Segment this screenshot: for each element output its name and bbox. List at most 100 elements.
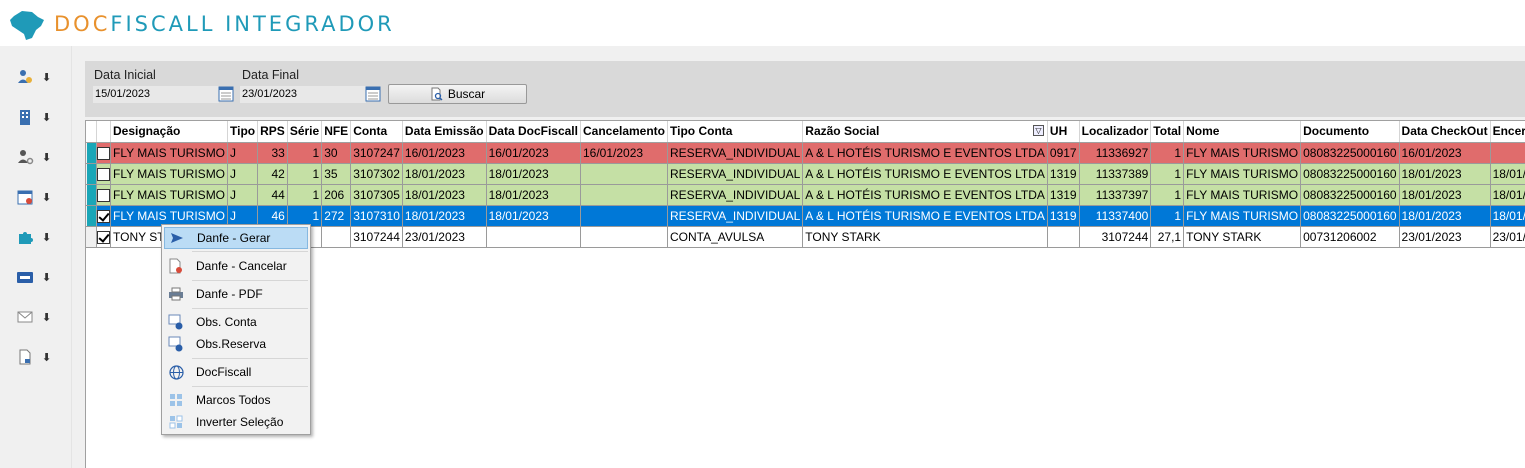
table-cell[interactable]: 18/01/2023 — [402, 184, 487, 206]
table-cell[interactable]: 16/01/2023 — [486, 142, 581, 164]
table-cell[interactable]: 11337400 — [1079, 205, 1152, 227]
column-header[interactable]: Data Emissão — [402, 121, 487, 143]
table-cell[interactable]: 23/01/2023 — [1399, 226, 1491, 248]
row-checkbox[interactable] — [97, 167, 110, 181]
column-header[interactable]: Cancelamento — [580, 121, 669, 143]
table-cell[interactable] — [580, 163, 669, 185]
table-cell[interactable]: FLY MAIS TURISMO — [110, 142, 229, 164]
table-cell[interactable]: 11337389 — [1079, 163, 1152, 185]
table-cell[interactable]: 46 — [257, 205, 288, 227]
table-cell[interactable]: 23/01/2023 — [402, 226, 487, 248]
table-cell[interactable]: 3107310 — [350, 205, 403, 227]
row-checkbox[interactable] — [97, 146, 110, 160]
table-cell[interactable]: FLY MAIS TURISMO — [1183, 184, 1302, 206]
row-checkbox[interactable] — [97, 209, 110, 223]
table-cell[interactable]: 18/01/2023 — [1399, 184, 1491, 206]
table-cell[interactable]: 18/01/2023 — [1399, 205, 1491, 227]
table-cell[interactable]: 1 — [287, 184, 323, 206]
table-cell[interactable]: 3107305 — [350, 184, 403, 206]
table-cell[interactable]: J — [227, 184, 259, 206]
table-cell[interactable]: 1319 — [1047, 163, 1080, 185]
table-cell[interactable]: 272 — [321, 205, 352, 227]
table-cell[interactable] — [321, 226, 352, 248]
table-cell[interactable]: 11337397 — [1079, 184, 1152, 206]
table-cell[interactable]: 1 — [1150, 205, 1185, 227]
table-cell[interactable]: 1 — [287, 205, 323, 227]
row-checkbox-cell[interactable] — [96, 142, 111, 164]
menu-item-inverter-selecao[interactable]: Inverter Seleção — [164, 411, 308, 433]
table-cell[interactable] — [580, 184, 669, 206]
table-row[interactable]: FLY MAIS TURISMO J 42 1 35 3107302 18/01/2023 1… — [86, 163, 1525, 185]
table-cell[interactable]: 18/01/2023 — [1490, 163, 1525, 185]
table-cell[interactable]: FLY MAIS TURISMO — [1183, 142, 1302, 164]
table-cell[interactable]: 16/01/2023 — [580, 142, 669, 164]
search-button[interactable]: Buscar — [388, 84, 527, 104]
menu-item-marcos-todos[interactable]: Marcos Todos — [164, 389, 308, 411]
sidebar-item-user-settings[interactable]: ⬇︎ — [12, 144, 60, 170]
table-cell[interactable]: 33 — [257, 142, 288, 164]
column-header[interactable]: Total — [1150, 121, 1185, 143]
column-header[interactable]: Data DocFiscall — [486, 121, 581, 143]
table-cell[interactable]: 08083225000160 — [1300, 184, 1400, 206]
table-cell[interactable]: 27,1 — [1150, 226, 1185, 248]
table-row[interactable]: FLY MAIS TURISMO J 44 1 206 3107305 18/01/2023… — [86, 184, 1525, 206]
menu-item-obs-reserva[interactable]: Obs.Reserva — [164, 333, 308, 355]
table-row[interactable]: FLY MAIS TURISMO J 33 1 30 3107247 16/01/2023 1… — [86, 142, 1525, 164]
table-cell[interactable] — [580, 205, 669, 227]
table-cell[interactable]: RESERVA_INDIVIDUAL — [667, 163, 804, 185]
start-date-input[interactable]: 15/01/2023 — [93, 86, 219, 103]
table-cell[interactable]: 18/01/2023 — [1490, 184, 1525, 206]
table-cell[interactable]: J — [227, 205, 259, 227]
menu-item-docfiscall[interactable]: DocFiscall — [164, 361, 308, 383]
table-cell[interactable]: 3107247 — [350, 142, 403, 164]
row-checkbox[interactable] — [97, 188, 110, 202]
filter-icon[interactable]: ▽ — [1032, 125, 1044, 136]
table-row[interactable]: FLY MAIS TURISMO J 46 1 272 3107310 18/01/2023… — [86, 205, 1525, 227]
table-cell[interactable]: 18/01/2023 — [486, 163, 581, 185]
table-cell[interactable]: 18/01/2023 — [1490, 205, 1525, 227]
row-checkbox-cell[interactable] — [96, 163, 111, 185]
table-cell[interactable]: J — [227, 163, 259, 185]
row-checkbox-cell[interactable] — [96, 184, 111, 206]
sidebar-item-users[interactable]: ⬇︎ — [12, 64, 60, 90]
menu-item-obs-conta[interactable]: Obs. Conta — [164, 311, 308, 333]
table-cell[interactable]: 3107302 — [350, 163, 403, 185]
table-cell[interactable]: 3107244 — [350, 226, 403, 248]
table-cell[interactable]: 00731206002 — [1300, 226, 1400, 248]
table-cell[interactable]: 1 — [1150, 142, 1185, 164]
sidebar-item-puzzle[interactable]: ⬇︎ — [12, 224, 60, 250]
table-cell[interactable]: 0917 — [1047, 142, 1080, 164]
table-cell[interactable]: FLY MAIS TURISMO — [1183, 163, 1302, 185]
table-cell[interactable] — [1047, 226, 1080, 248]
row-checkbox[interactable] — [97, 230, 110, 244]
table-cell[interactable]: 18/01/2023 — [402, 163, 487, 185]
table-cell[interactable]: 206 — [321, 184, 352, 206]
table-cell[interactable]: RESERVA_INDIVIDUAL — [667, 142, 804, 164]
table-cell[interactable] — [1490, 142, 1525, 164]
table-cell[interactable]: 18/01/2023 — [486, 184, 581, 206]
table-cell[interactable]: FLY MAIS TURISMO — [1183, 205, 1302, 227]
sidebar-item-calendar[interactable]: ⬇︎ — [12, 184, 60, 210]
table-cell[interactable]: 23/01/2023 — [1490, 226, 1525, 248]
menu-item-danfe-cancelar[interactable]: Danfe - Cancelar — [164, 255, 308, 277]
table-cell[interactable]: TONY STARK — [1183, 226, 1302, 248]
table-cell[interactable]: 3107244 — [1079, 226, 1152, 248]
table-cell[interactable] — [580, 226, 669, 248]
table-cell[interactable]: 1319 — [1047, 205, 1080, 227]
table-cell[interactable]: 30 — [321, 142, 352, 164]
table-cell[interactable]: A & L HOTÉIS TURISMO E EVENTOS LTDA — [802, 142, 1048, 164]
calendar-icon[interactable] — [218, 85, 234, 102]
sidebar-item-document[interactable]: ⬇︎ — [12, 344, 60, 370]
table-cell[interactable]: J — [227, 142, 259, 164]
table-cell[interactable]: 44 — [257, 184, 288, 206]
column-header-razao-social[interactable]: Razão Social ▽ — [802, 121, 1048, 143]
column-header[interactable]: Localizador — [1079, 121, 1152, 143]
table-cell[interactable]: 1319 — [1047, 184, 1080, 206]
column-header[interactable]: NFE — [321, 121, 352, 143]
table-cell[interactable]: 16/01/2023 — [402, 142, 487, 164]
column-header[interactable]: Tipo Conta — [667, 121, 804, 143]
table-cell[interactable]: 18/01/2023 — [486, 205, 581, 227]
column-header[interactable]: RPS — [257, 121, 288, 143]
table-cell[interactable]: FLY MAIS TURISMO — [110, 205, 229, 227]
table-cell[interactable]: 08083225000160 — [1300, 205, 1400, 227]
